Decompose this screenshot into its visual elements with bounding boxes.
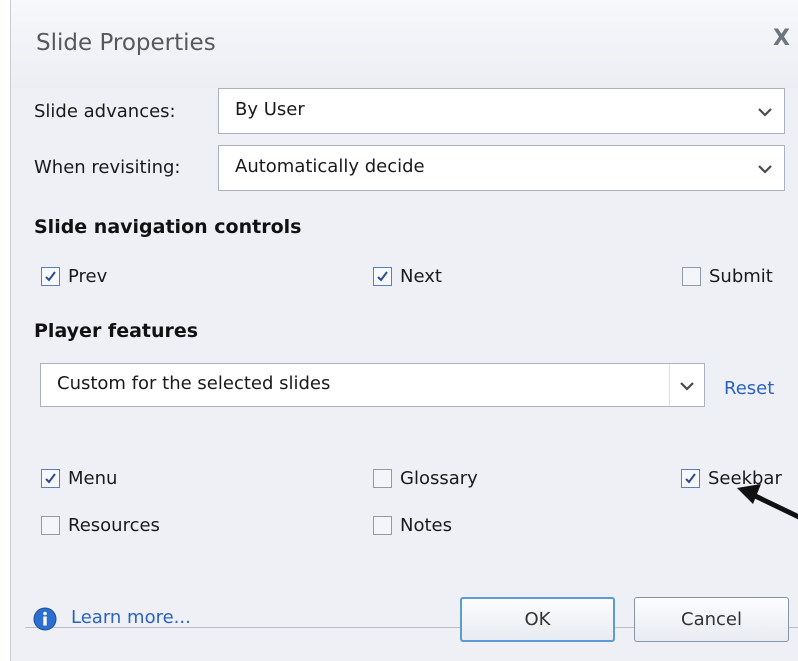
submit-checkbox[interactable]: Submit bbox=[682, 264, 773, 288]
submit-label: Submit bbox=[709, 265, 773, 287]
player-features-heading: Player features bbox=[34, 320, 199, 342]
glossary-label: Glossary bbox=[400, 467, 478, 489]
dialog-title: Slide Properties bbox=[36, 30, 216, 56]
when-revisiting-label: When revisiting: bbox=[34, 157, 181, 178]
next-checkbox[interactable]: Next bbox=[373, 264, 442, 288]
slide-advances-value: By User bbox=[235, 99, 305, 120]
notes-checkbox[interactable]: Notes bbox=[373, 513, 452, 537]
slide-properties-dialog: Slide Properties X Slide advances: By Us… bbox=[10, 0, 798, 661]
prev-label: Prev bbox=[68, 265, 108, 287]
checkbox-box bbox=[41, 515, 60, 535]
checkmark-icon bbox=[377, 270, 388, 282]
player-features-value: Custom for the selected slides bbox=[57, 373, 331, 394]
checkbox-box bbox=[373, 468, 392, 488]
checkbox-box bbox=[41, 468, 60, 488]
close-icon[interactable]: X bbox=[773, 26, 790, 51]
checkmark-icon bbox=[45, 270, 56, 282]
resources-label: Resources bbox=[68, 514, 160, 536]
chevron-down-icon bbox=[680, 382, 694, 391]
menu-checkbox[interactable]: Menu bbox=[41, 466, 117, 490]
checkbox-box bbox=[373, 515, 392, 535]
menu-label: Menu bbox=[68, 467, 118, 489]
when-revisiting-select[interactable]: Automatically decide bbox=[218, 145, 785, 191]
checkmark-icon bbox=[45, 472, 56, 484]
chevron-down-icon bbox=[758, 165, 772, 174]
player-features-select[interactable]: Custom for the selected slides bbox=[40, 363, 705, 407]
checkbox-box bbox=[41, 266, 60, 286]
checkbox-box bbox=[682, 266, 701, 286]
slide-advances-label: Slide advances: bbox=[34, 101, 176, 122]
cancel-button[interactable]: Cancel bbox=[634, 597, 789, 642]
glossary-checkbox[interactable]: Glossary bbox=[373, 466, 478, 490]
ok-button[interactable]: OK bbox=[460, 597, 615, 642]
next-label: Next bbox=[400, 265, 442, 287]
learn-more-link[interactable]: Learn more... bbox=[71, 607, 191, 628]
reset-link[interactable]: Reset bbox=[724, 378, 774, 399]
checkbox-box bbox=[681, 468, 700, 488]
notes-label: Notes bbox=[400, 514, 452, 536]
nav-controls-heading: Slide navigation controls bbox=[34, 216, 302, 238]
prev-checkbox[interactable]: Prev bbox=[41, 264, 107, 288]
checkbox-box bbox=[373, 266, 392, 286]
info-icon bbox=[33, 607, 57, 631]
resources-checkbox[interactable]: Resources bbox=[41, 513, 160, 537]
slide-advances-select[interactable]: By User bbox=[218, 88, 785, 134]
chevron-down-icon bbox=[758, 108, 772, 117]
when-revisiting-value: Automatically decide bbox=[235, 156, 425, 177]
title-bar: Slide Properties X bbox=[11, 0, 798, 88]
annotation-arrow-icon bbox=[737, 484, 798, 520]
checkmark-icon bbox=[685, 472, 696, 484]
